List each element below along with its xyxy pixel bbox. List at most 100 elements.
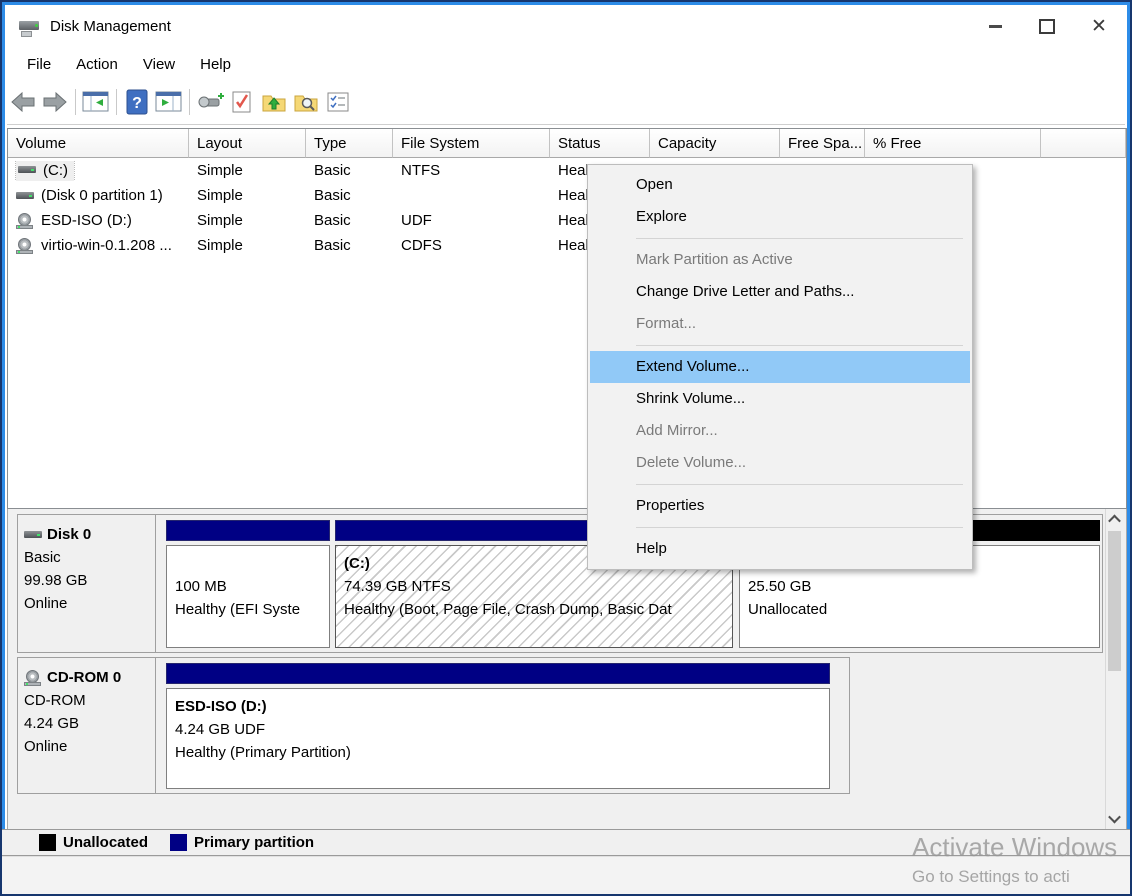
- legend-label-unallocated: Unallocated: [63, 834, 148, 851]
- volume-type: Basic: [306, 187, 393, 204]
- minimize-button[interactable]: [969, 6, 1021, 47]
- volume-table-header: Volume Layout Type File System Status Ca…: [8, 129, 1126, 158]
- cd-drive-icon: [16, 238, 35, 254]
- menu-separator: [636, 527, 963, 528]
- vertical-scrollbar[interactable]: [1105, 509, 1123, 829]
- menu-item-properties[interactable]: Properties: [588, 490, 972, 522]
- disk-kind: CD-ROM: [24, 689, 151, 712]
- disk-status: Online: [24, 592, 151, 615]
- volume-layout: Simple: [189, 237, 306, 254]
- cdrom0-row: CD-ROM 0 CD-ROM 4.24 GB Online ESD-ISO (…: [17, 657, 850, 794]
- partition-size: 4.24 GB UDF: [175, 718, 827, 741]
- menu-item-format[interactable]: Format...: [588, 308, 972, 340]
- hdd-icon: [16, 189, 35, 203]
- disk-name: CD-ROM 0: [47, 666, 121, 689]
- hdd-icon: [18, 163, 37, 177]
- back-arrow-icon[interactable]: [7, 87, 39, 117]
- legend-label-primary-partition: Primary partition: [194, 834, 314, 851]
- svg-text:?: ?: [132, 95, 142, 112]
- menu-separator: [636, 345, 963, 346]
- partition-esd-iso[interactable]: ESD-ISO (D:) 4.24 GB UDF Healthy (Primar…: [166, 663, 830, 789]
- column-header-empty: [1041, 129, 1126, 158]
- volume-file-system: UDF: [393, 212, 550, 229]
- column-header-free-space[interactable]: Free Spa...: [780, 129, 865, 158]
- column-header-volume[interactable]: Volume: [8, 129, 189, 158]
- primary-partition-swatch: [170, 834, 187, 851]
- title-bar: Disk Management ✕: [7, 6, 1125, 47]
- menu-item-delete-volume[interactable]: Delete Volume...: [588, 447, 972, 479]
- partition-status: Healthy (EFI Syste: [175, 598, 327, 621]
- column-header-file-system[interactable]: File System: [393, 129, 550, 158]
- maximize-button[interactable]: [1021, 6, 1073, 47]
- menu-help[interactable]: Help: [189, 52, 242, 77]
- scroll-down-button[interactable]: [1106, 810, 1123, 827]
- minimize-icon: [989, 25, 1002, 28]
- column-header-layout[interactable]: Layout: [189, 129, 306, 158]
- disk-kind: Basic: [24, 546, 151, 569]
- status-bar: [2, 856, 1130, 895]
- partition-name: ESD-ISO (D:): [175, 695, 827, 718]
- folder-export-icon[interactable]: [258, 87, 290, 117]
- menu-view[interactable]: View: [132, 52, 186, 77]
- menu-bar: File Action View Help: [7, 49, 1125, 80]
- chevron-down-icon: [1108, 811, 1121, 824]
- volume-layout: Simple: [189, 162, 306, 179]
- menu-item-shrink-volume[interactable]: Shrink Volume...: [588, 383, 972, 415]
- column-header-type[interactable]: Type: [306, 129, 393, 158]
- column-header-capacity[interactable]: Capacity: [650, 129, 780, 158]
- menu-separator: [636, 484, 963, 485]
- menu-action[interactable]: Action: [65, 52, 129, 77]
- maximize-icon: [1039, 19, 1055, 34]
- hdd-icon: [24, 528, 43, 542]
- partition-status: Healthy (Primary Partition): [175, 741, 827, 764]
- legend-bar: Unallocated Primary partition: [2, 829, 1130, 856]
- chevron-up-icon: [1108, 515, 1121, 528]
- property-checklist-icon[interactable]: [322, 87, 354, 117]
- disk-size: 4.24 GB: [24, 712, 151, 735]
- toolbar-separator: [75, 89, 76, 115]
- volume-file-system: NTFS: [393, 162, 550, 179]
- partition-efi[interactable]: 100 MB Healthy (EFI Syste: [166, 520, 330, 648]
- show-console-tree-icon[interactable]: [80, 87, 112, 117]
- menu-item-open[interactable]: Open: [588, 169, 972, 201]
- close-button[interactable]: ✕: [1073, 6, 1125, 47]
- menu-item-change-drive-letter[interactable]: Change Drive Letter and Paths...: [588, 276, 972, 308]
- volume-type: Basic: [306, 237, 393, 254]
- partition-status: Unallocated: [748, 598, 1097, 621]
- column-header-status[interactable]: Status: [550, 129, 650, 158]
- menu-file[interactable]: File: [16, 52, 62, 77]
- volume-layout: Simple: [189, 212, 306, 229]
- volume-name: ESD-ISO (D:): [41, 212, 132, 229]
- disk-size: 99.98 GB: [24, 569, 151, 592]
- volume-file-system: CDFS: [393, 237, 550, 254]
- context-menu: Open Explore Mark Partition as Active Ch…: [587, 164, 973, 570]
- forward-arrow-icon[interactable]: [39, 87, 71, 117]
- disk0-label[interactable]: Disk 0 Basic 99.98 GB Online: [18, 515, 156, 652]
- menu-item-add-mirror[interactable]: Add Mirror...: [588, 415, 972, 447]
- menu-item-mark-partition-active[interactable]: Mark Partition as Active: [588, 244, 972, 276]
- scrollbar-thumb[interactable]: [1108, 531, 1121, 671]
- primary-partition-bar: [166, 520, 330, 541]
- disk-device-tool-icon[interactable]: [194, 87, 226, 117]
- cd-drive-icon: [16, 213, 35, 229]
- primary-partition-bar: [166, 663, 830, 684]
- disk-status: Online: [24, 735, 151, 758]
- help-icon[interactable]: ?: [121, 87, 153, 117]
- toolbar: ?: [7, 80, 1125, 125]
- volume-name: (C:): [43, 162, 68, 179]
- check-script-icon[interactable]: [226, 87, 258, 117]
- menu-item-help[interactable]: Help: [588, 533, 972, 565]
- disk-name: Disk 0: [47, 523, 91, 546]
- cdrom0-label[interactable]: CD-ROM 0 CD-ROM 4.24 GB Online: [18, 658, 156, 793]
- show-action-pane-icon[interactable]: [153, 87, 185, 117]
- partition-size: 74.39 GB NTFS: [344, 575, 730, 598]
- scroll-up-button[interactable]: [1106, 511, 1123, 528]
- toolbar-separator: [116, 89, 117, 115]
- column-header-percent-free[interactable]: % Free: [865, 129, 1041, 158]
- folder-search-icon[interactable]: [290, 87, 322, 117]
- menu-item-extend-volume[interactable]: Extend Volume...: [590, 351, 970, 383]
- unallocated-swatch: [39, 834, 56, 851]
- menu-item-explore[interactable]: Explore: [588, 201, 972, 233]
- volume-layout: Simple: [189, 187, 306, 204]
- volume-type: Basic: [306, 162, 393, 179]
